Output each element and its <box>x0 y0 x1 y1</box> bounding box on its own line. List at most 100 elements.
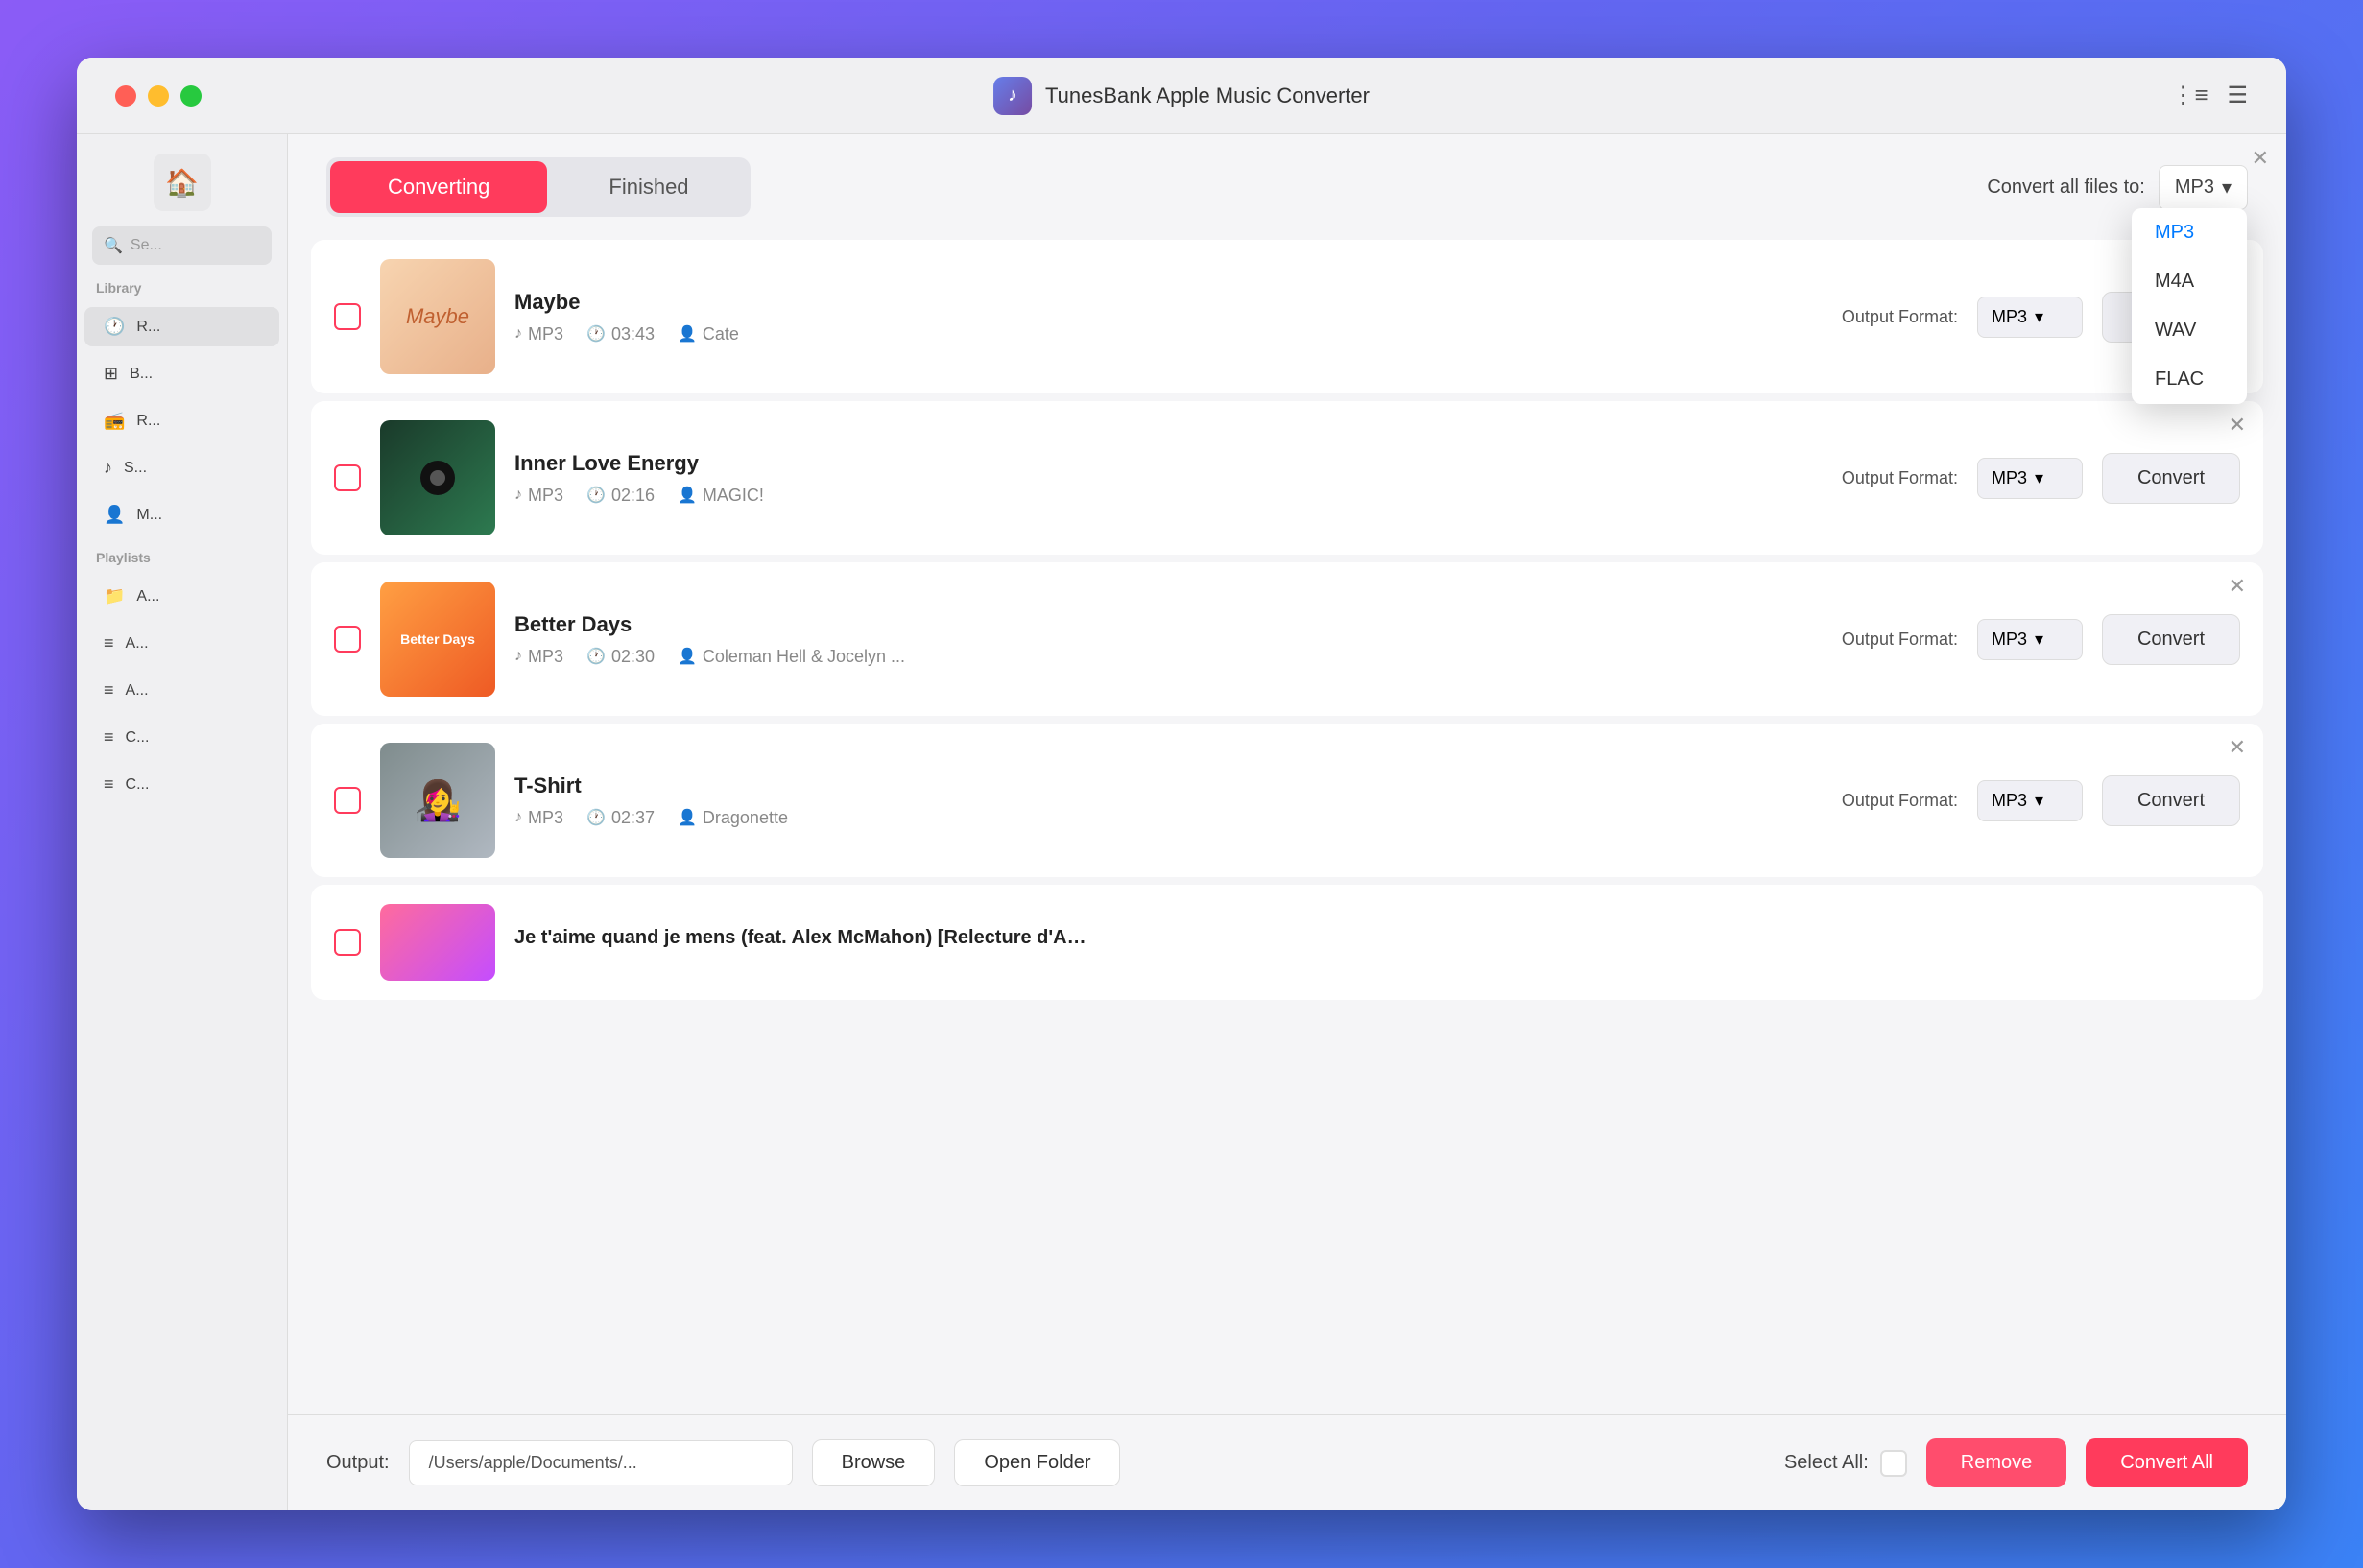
sidebar-item-browse[interactable]: ⊞ B... <box>84 354 279 393</box>
song-info-3: Better Days ♪ MP3 🕐 02:30 <box>514 612 1823 667</box>
output-format-select-1[interactable]: MP3 ▾ <box>1977 297 2083 338</box>
remove-song-3-button[interactable]: ✕ <box>2229 576 2246 597</box>
song-title-4: T-Shirt <box>514 773 1823 798</box>
menu-icon[interactable]: ☰ <box>2227 82 2248 109</box>
select-all-checkbox[interactable] <box>1880 1450 1907 1477</box>
person-icon-3: 👤 <box>678 647 697 666</box>
converter-panel: Converting Finished Convert all files to… <box>288 134 2286 1510</box>
select-all-group: Select All: <box>1784 1450 1907 1477</box>
song-duration-3: 🕐 02:30 <box>586 647 655 667</box>
title-center: ♪ TunesBank Apple Music Converter <box>993 77 1370 115</box>
convert-button-2[interactable]: Convert <box>2102 453 2240 504</box>
browse-button[interactable]: Browse <box>812 1439 936 1486</box>
search-bar[interactable]: 🔍 Se... <box>92 226 272 265</box>
sidebar-item-playlist-1[interactable]: 📁 A... <box>84 577 279 616</box>
song-format-2: ♪ MP3 <box>514 486 563 506</box>
song-artist-3: 👤 Coleman Hell & Jocelyn ... <box>678 647 905 667</box>
tab-group: Converting Finished <box>326 157 751 217</box>
sidebar-item-profile[interactable]: 👤 M... <box>84 495 279 535</box>
output-format-select-4[interactable]: MP3 ▾ <box>1977 780 2083 821</box>
sidebar-item-label: R... <box>136 413 160 430</box>
sidebar-item-radio[interactable]: 📻 R... <box>84 401 279 440</box>
sidebar-item-label: C... <box>126 776 150 794</box>
song-info-5: Je t'aime quand je mens (feat. Alex McMa… <box>514 927 2240 959</box>
output-format-label-4: Output Format: <box>1842 791 1958 811</box>
playlist-icon-3: ≡ <box>104 680 114 701</box>
app-title: TunesBank Apple Music Converter <box>1045 83 1370 108</box>
output-format-select-2[interactable]: MP3 ▾ <box>1977 458 2083 499</box>
sidebar-item-playlist-3[interactable]: ≡ A... <box>84 671 279 710</box>
remove-song-2-button[interactable]: ✕ <box>2229 415 2246 436</box>
song-checkbox-3[interactable] <box>334 626 361 653</box>
sidebar-item-label: A... <box>126 635 149 653</box>
sidebar-item-recently-played[interactable]: 🕐 R... <box>84 307 279 346</box>
sidebar-home-icon[interactable]: 🏠 <box>154 154 211 211</box>
format-dropdown[interactable]: MP3 ▾ MP3 M4A WAV FLAC <box>2159 165 2248 210</box>
convert-button-3[interactable]: Convert <box>2102 614 2240 665</box>
clock-icon-4: 🕐 <box>586 808 606 827</box>
music-note-icon-3: ♪ <box>514 648 522 665</box>
song-format-4: ♪ MP3 <box>514 808 563 828</box>
sidebar-item-playlist-4[interactable]: ≡ C... <box>84 718 279 757</box>
search-icon: 🔍 <box>104 236 123 255</box>
song-artwork-2 <box>380 420 495 535</box>
title-right-buttons: ⋮≡ ☰ <box>2171 82 2248 109</box>
sidebar-item-label: R... <box>136 319 160 336</box>
app-window: ♪ TunesBank Apple Music Converter ⋮≡ ☰ 🏠… <box>0 0 2363 1568</box>
open-folder-button[interactable]: Open Folder <box>954 1439 1120 1486</box>
content-area: 🏠 🔍 Se... Library 🕐 R... ⊞ B... 📻 R... <box>77 134 2286 1510</box>
output-label: Output: <box>326 1452 390 1474</box>
title-bar: ♪ TunesBank Apple Music Converter ⋮≡ ☰ <box>77 58 2286 134</box>
format-option-mp3[interactable]: MP3 <box>2132 208 2247 257</box>
sidebar-item-songs[interactable]: ♪ S... <box>84 448 279 487</box>
format-select-arrow-1: ▾ <box>2035 307 2043 327</box>
song-artist-1: 👤 Cate <box>678 324 739 344</box>
song-checkbox-2[interactable] <box>334 464 361 491</box>
format-dropdown-menu: MP3 M4A WAV FLAC <box>2132 208 2247 404</box>
sidebar-item-playlist-5[interactable]: ≡ C... <box>84 765 279 804</box>
library-section-label: Library <box>77 273 287 299</box>
song-artwork-3: Better Days <box>380 582 495 697</box>
browse-icon: ⊞ <box>104 364 118 384</box>
close-traffic-light[interactable] <box>115 85 136 107</box>
song-checkbox-4[interactable] <box>334 787 361 814</box>
song-info-1: Maybe ♪ MP3 🕐 03:43 <box>514 290 1823 344</box>
minimize-traffic-light[interactable] <box>148 85 169 107</box>
sidebar-item-label: C... <box>126 729 150 747</box>
output-path[interactable]: /Users/apple/Documents/... <box>409 1440 793 1485</box>
playlist-icon-5: ≡ <box>104 774 114 795</box>
output-format-select-3[interactable]: MP3 ▾ <box>1977 619 2083 660</box>
song-meta-3: ♪ MP3 🕐 02:30 👤 Coleman Hell & Jocelyn . <box>514 647 1823 667</box>
convert-all-label: Convert all files to: <box>1987 177 2145 199</box>
queue-icon[interactable]: ⋮≡ <box>2171 82 2208 109</box>
song-format-1: ♪ MP3 <box>514 324 563 344</box>
remove-button[interactable]: Remove <box>1926 1438 2066 1487</box>
clock-icon-2: 🕐 <box>586 486 606 505</box>
format-select-arrow-3: ▾ <box>2035 630 2043 650</box>
traffic-lights <box>115 85 202 107</box>
song-checkbox-5[interactable] <box>334 929 361 956</box>
song-meta-1: ♪ MP3 🕐 03:43 👤 Cate <box>514 324 1823 344</box>
tab-finished[interactable]: Finished <box>551 161 746 213</box>
format-option-flac[interactable]: FLAC <box>2132 355 2247 404</box>
maximize-traffic-light[interactable] <box>180 85 202 107</box>
song-controls-2: Output Format: MP3 ▾ Convert <box>1842 453 2240 504</box>
format-option-wav[interactable]: WAV <box>2132 306 2247 355</box>
format-option-m4a[interactable]: M4A <box>2132 257 2247 306</box>
converter-modal: ♪ TunesBank Apple Music Converter ⋮≡ ☰ 🏠… <box>77 58 2286 1510</box>
convert-all-button[interactable]: Convert All <box>2086 1438 2248 1487</box>
song-checkbox-1[interactable] <box>334 303 361 330</box>
song-title-1: Maybe <box>514 290 1823 315</box>
sidebar-item-playlist-2[interactable]: ≡ A... <box>84 624 279 663</box>
clock-icon-1: 🕐 <box>586 324 606 344</box>
song-duration-2: 🕐 02:16 <box>586 486 655 506</box>
song-meta-2: ♪ MP3 🕐 02:16 👤 MAGIC! <box>514 486 1823 506</box>
clock-icon-3: 🕐 <box>586 647 606 666</box>
song-title-5: Je t'aime quand je mens (feat. Alex McMa… <box>514 927 1090 949</box>
convert-button-4[interactable]: Convert <box>2102 775 2240 826</box>
person-icon-2: 👤 <box>678 486 697 505</box>
tab-converting[interactable]: Converting <box>330 161 547 213</box>
remove-song-4-button[interactable]: ✕ <box>2229 737 2246 758</box>
playlist-icon-4: ≡ <box>104 727 114 748</box>
song-item-3: ✕ Better Days Better Days ♪ MP3 <box>311 562 2263 716</box>
